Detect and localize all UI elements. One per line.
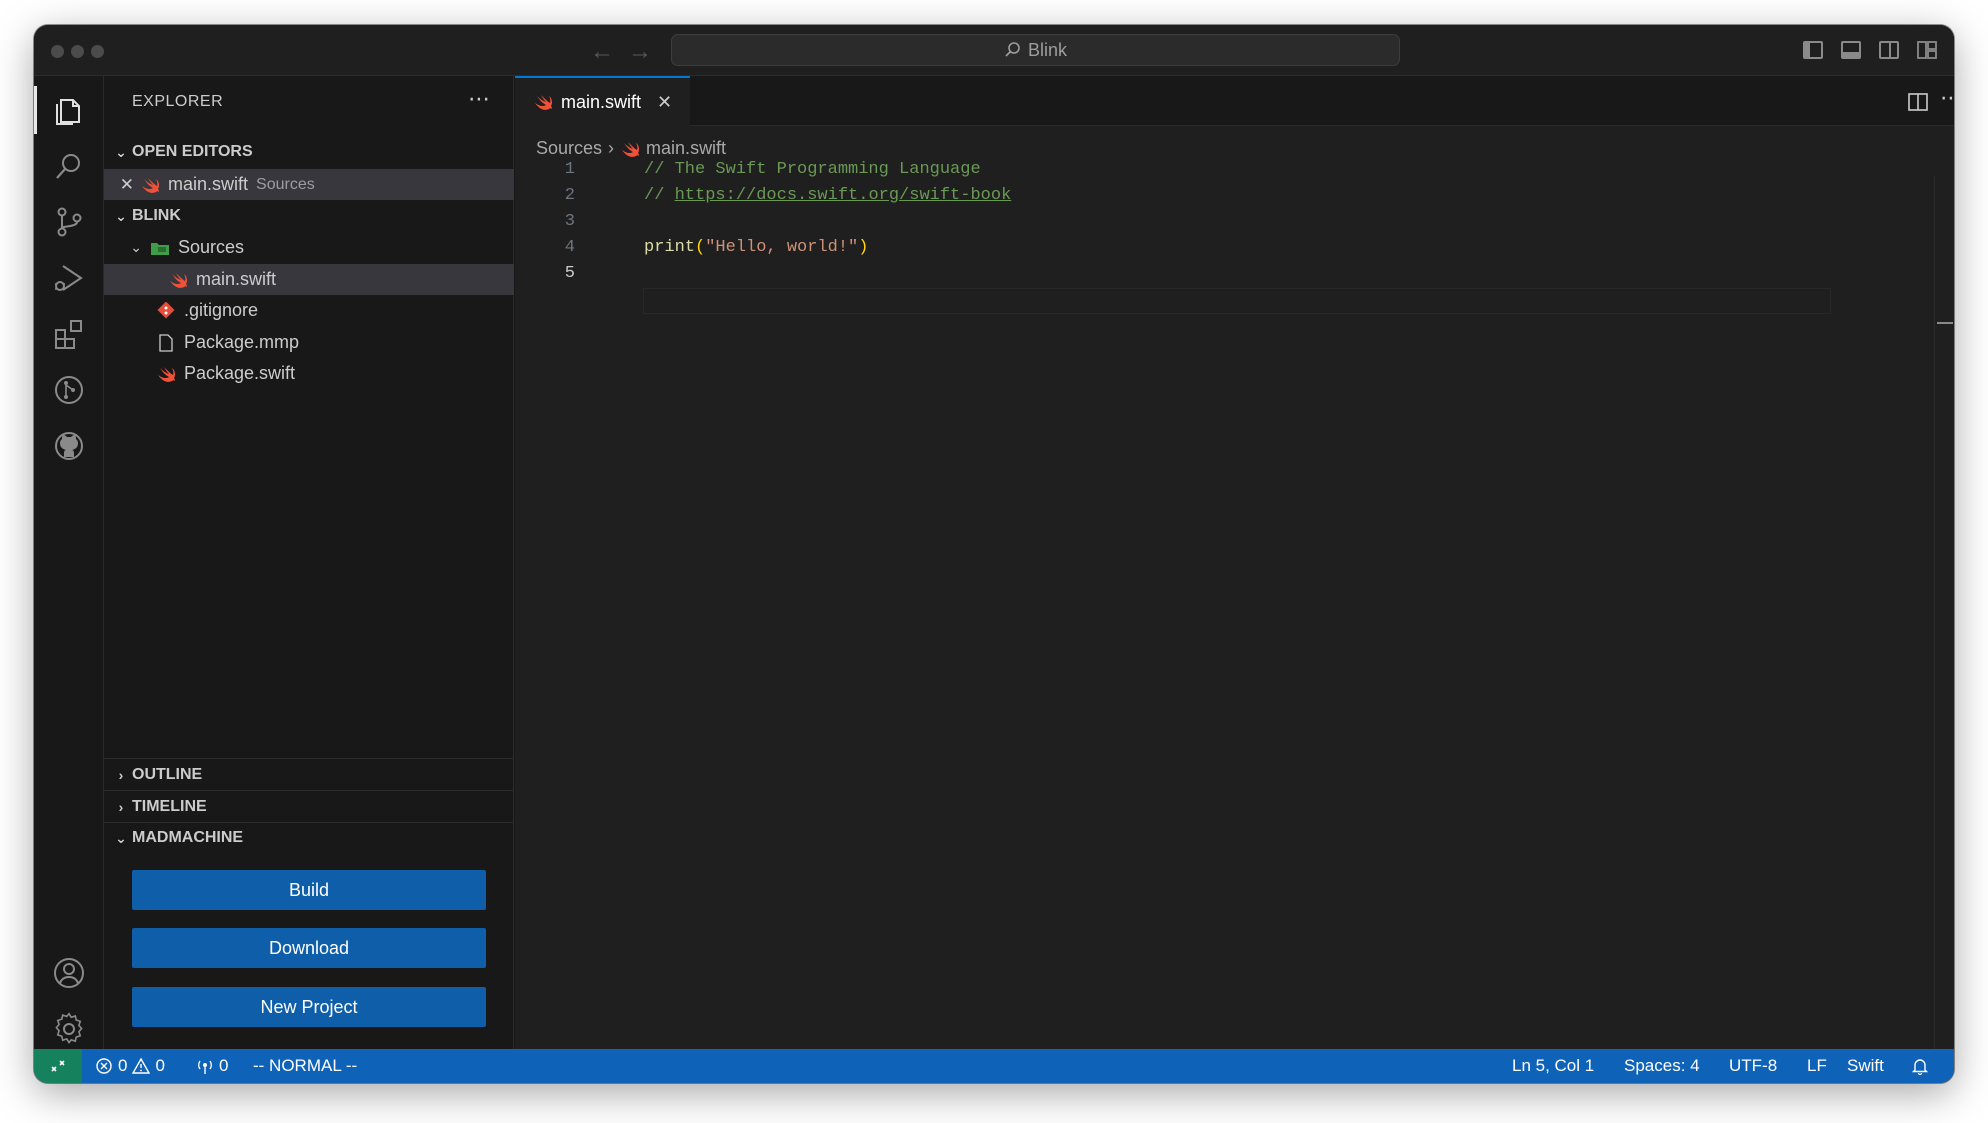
error-icon — [96, 1058, 112, 1074]
section-project[interactable]: ⌄ BLINK — [104, 201, 514, 231]
editor-tabs: main.swift ✕ ⋯ — [515, 76, 1954, 126]
chevron-down-icon: ⌄ — [115, 207, 127, 224]
encoding[interactable]: UTF-8 — [1729, 1049, 1777, 1083]
code-line-4[interactable]: print("Hello, world!") — [644, 238, 868, 257]
tree-folder-sources[interactable]: ⌄ Sources — [104, 232, 514, 263]
editor-area: main.swift ✕ ⋯ Sources › main.swift 1 2 … — [515, 76, 1954, 1049]
notifications-bell-icon[interactable] — [1911, 1049, 1929, 1083]
toggle-panel-icon[interactable] — [1841, 41, 1861, 59]
explorer-icon[interactable] — [34, 82, 104, 138]
new-project-button[interactable]: New Project — [132, 987, 486, 1027]
ports-indicator[interactable]: 0 — [196, 1049, 228, 1083]
app-window: ← → Blink EXPLORER ⋯ ⌄ OPEN EDITORS ✕ ma… — [34, 25, 1954, 1083]
git-file-icon — [157, 301, 175, 318]
search-view-icon[interactable] — [34, 138, 104, 194]
vim-mode: -- NORMAL -- — [253, 1056, 358, 1075]
close-tab-icon[interactable]: ✕ — [657, 92, 672, 113]
tree-file-gitignore[interactable]: .gitignore — [104, 295, 514, 326]
back-arrow-icon[interactable]: ← — [590, 38, 614, 66]
github-icon[interactable] — [34, 418, 104, 474]
swift-file-icon — [158, 366, 176, 382]
cursor-position[interactable]: Ln 5, Col 1 — [1512, 1049, 1594, 1083]
open-editor-item[interactable]: ✕ main.swift Sources — [104, 169, 514, 200]
chevron-right-icon: › — [118, 767, 124, 783]
customize-layout-icon[interactable] — [1917, 41, 1937, 59]
swift-file-icon — [170, 272, 188, 288]
minimize-window-button[interactable] — [71, 45, 84, 58]
tab-main-swift[interactable]: main.swift ✕ — [515, 76, 690, 126]
code-link[interactable]: https://docs.swift.org/swift-book — [675, 186, 1012, 205]
error-count: 0 — [118, 1056, 128, 1075]
tree-file-package-mmp[interactable]: Package.mmp — [104, 327, 514, 358]
search-icon — [1005, 42, 1020, 57]
section-timeline[interactable]: › TIMELINE — [104, 792, 514, 822]
git-graph-icon[interactable] — [34, 362, 104, 418]
warning-count: 0 — [155, 1056, 165, 1075]
activity-bar — [34, 76, 104, 1049]
broadcast-icon — [198, 1060, 212, 1074]
run-debug-icon[interactable] — [34, 250, 104, 306]
section-outline[interactable]: › OUTLINE — [104, 760, 514, 790]
command-center-label: Blink — [1027, 39, 1067, 60]
line-number: 4 — [564, 238, 575, 257]
download-button[interactable]: Download — [132, 928, 486, 968]
code-line-2[interactable]: // https://docs.swift.org/swift-book — [644, 186, 1011, 205]
source-control-icon[interactable] — [34, 194, 104, 250]
title-bar: ← → Blink — [34, 25, 1954, 76]
line-number: 1 — [564, 160, 575, 179]
forward-arrow-icon[interactable]: → — [628, 38, 652, 66]
command-center[interactable]: Blink — [671, 34, 1400, 66]
breadcrumb: Sources › main.swift — [536, 138, 726, 159]
folder-src-icon — [151, 242, 169, 255]
breadcrumb-folder[interactable]: Sources — [536, 138, 602, 159]
chevron-right-icon: › — [118, 799, 124, 815]
tree-file-package-swift[interactable]: Package.swift — [104, 358, 514, 389]
accounts-icon[interactable] — [34, 945, 104, 1001]
problems-indicator[interactable]: 0 0 — [95, 1049, 165, 1083]
indentation[interactable]: Spaces: 4 — [1624, 1049, 1700, 1083]
editor-more-actions-icon[interactable]: ⋯ — [1940, 85, 1954, 111]
open-editor-desc: Sources — [256, 175, 315, 193]
tab-label: main.swift — [561, 91, 642, 112]
close-editor-icon[interactable]: ✕ — [104, 175, 140, 195]
zoom-window-button[interactable] — [91, 45, 104, 58]
end-of-line[interactable]: LF — [1807, 1049, 1827, 1083]
status-bar: 0 0 0 -- NORMAL -- Ln 5, Col 1 Spaces: 4… — [34, 1049, 1954, 1083]
swift-file-icon — [142, 177, 160, 193]
split-editor-icon[interactable] — [1907, 92, 1929, 112]
remote-icon — [51, 1060, 65, 1072]
swift-file-icon — [622, 141, 640, 157]
chevron-right-icon: › — [608, 138, 615, 158]
section-open-editors[interactable]: ⌄ OPEN EDITORS — [104, 137, 514, 167]
chevron-down-icon: ⌄ — [130, 239, 142, 255]
open-editor-name: main.swift — [168, 174, 249, 194]
toggle-secondary-sidebar-icon[interactable] — [1879, 41, 1899, 59]
chevron-down-icon: ⌄ — [115, 143, 127, 160]
line-number: 2 — [564, 186, 575, 205]
file-icon — [159, 333, 173, 352]
current-line-highlight — [643, 288, 1831, 314]
ports-count: 0 — [219, 1056, 229, 1075]
chevron-down-icon: ⌄ — [115, 829, 127, 846]
more-actions-icon[interactable]: ⋯ — [468, 86, 491, 112]
remote-indicator[interactable] — [34, 1049, 82, 1083]
build-button[interactable]: Build — [132, 870, 486, 910]
close-window-button[interactable] — [51, 45, 64, 58]
line-number: 5 — [564, 264, 575, 283]
code-line-1[interactable]: // The Swift Programming Language — [644, 160, 981, 179]
line-number: 3 — [564, 212, 575, 231]
toggle-primary-sidebar-icon[interactable] — [1803, 41, 1823, 59]
tree-file-main-swift[interactable]: main.swift — [104, 264, 514, 295]
language-mode[interactable]: Swift — [1847, 1049, 1884, 1083]
extensions-icon[interactable] — [34, 306, 104, 362]
sidebar-title: EXPLORER — [132, 93, 224, 110]
explorer-sidebar: EXPLORER ⋯ ⌄ OPEN EDITORS ✕ main.swift S… — [104, 76, 514, 1049]
breadcrumb-file[interactable]: main.swift — [646, 138, 726, 159]
swift-file-icon — [535, 95, 553, 110]
warning-icon — [132, 1057, 151, 1074]
editor-scrollbar[interactable] — [1934, 176, 1954, 1049]
section-madmachine[interactable]: ⌄ MADMACHINE — [104, 823, 514, 853]
